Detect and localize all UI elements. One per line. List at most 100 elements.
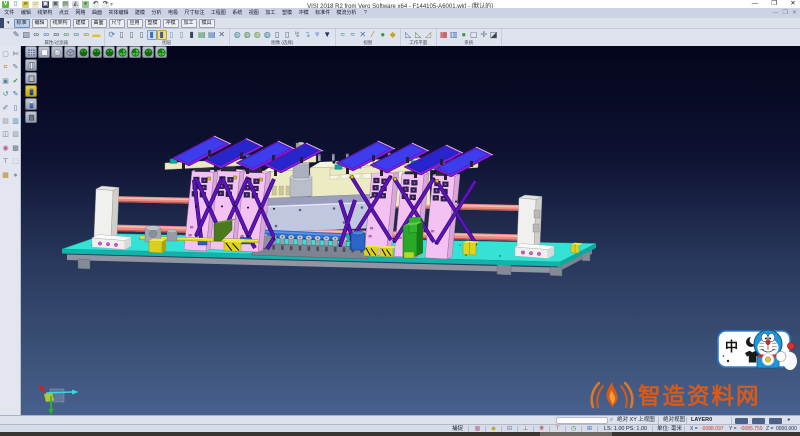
sys-colors-icon[interactable]: ▦: [439, 30, 449, 40]
undo-icon[interactable]: ↶: [92, 1, 99, 8]
select-world4-icon[interactable]: ◍: [263, 30, 273, 40]
sb-draw-icon[interactable]: ✐: [1, 104, 10, 113]
layer-current-icon[interactable]: ▮: [157, 30, 167, 40]
attr-pencil-icon[interactable]: ✎: [12, 30, 22, 40]
layer-page1-icon[interactable]: ▯: [117, 30, 127, 40]
maximize-button[interactable]: ❐: [769, 0, 779, 8]
world-icon[interactable]: ●: [82, 1, 89, 8]
select-arrow2-icon[interactable]: ↴: [303, 30, 313, 40]
view-info-icon[interactable]: ●: [378, 30, 388, 40]
sb-edit-icon[interactable]: ✎: [11, 90, 20, 99]
filter-eye-teal-icon[interactable]: ∞: [72, 30, 82, 40]
toolbar-tab[interactable]: 标准: [14, 19, 30, 28]
menu-item[interactable]: 冲模: [298, 8, 309, 18]
menu-item[interactable]: 电极: [168, 8, 179, 18]
layer-page3-icon[interactable]: ▯: [137, 30, 147, 40]
toolbar-tab[interactable]: 编辑: [32, 19, 48, 28]
toolbar-tab[interactable]: 尺寸: [109, 19, 125, 28]
copy-icon[interactable]: ▤: [62, 1, 69, 8]
attr-image-icon[interactable]: ▧: [22, 30, 32, 40]
filter-eye-dark-icon[interactable]: ∞: [52, 30, 62, 40]
command-input[interactable]: [556, 417, 608, 424]
layer-page2-icon[interactable]: ▯: [127, 30, 137, 40]
sb-grey-icon[interactable]: ▩: [11, 144, 20, 153]
select-funnel-icon[interactable]: ▼: [323, 30, 333, 40]
view-wave1-icon[interactable]: ≈: [338, 30, 348, 40]
cad-model-3d[interactable]: [21, 46, 800, 415]
menu-item[interactable]: 曲面: [92, 8, 103, 18]
layer-stack-blue-icon[interactable]: ▤: [207, 30, 217, 40]
wplane-2-icon[interactable]: ◺: [414, 30, 424, 40]
sb-pencil-icon[interactable]: ✎: [11, 63, 20, 72]
toolbar-tab[interactable]: 线架构: [50, 19, 71, 28]
sb-pink-icon[interactable]: ◉: [1, 144, 10, 153]
prompt-button-3[interactable]: [769, 418, 782, 424]
prompt-button-1[interactable]: [735, 418, 748, 424]
prompt-button-2[interactable]: [752, 418, 765, 424]
view-bucket-icon[interactable]: ◆: [388, 30, 398, 40]
ime-toolbar-doraemon[interactable]: 中: [715, 325, 800, 373]
open-folder-icon[interactable]: ▰: [22, 1, 29, 8]
layer-blue-icon[interactable]: ▮: [147, 30, 157, 40]
menu-item[interactable]: 建模: [135, 8, 146, 18]
redo-icon[interactable]: ↷: [102, 1, 109, 8]
tab-dropdown-icon[interactable]: ▾: [7, 20, 10, 26]
select-page1-icon[interactable]: ▯: [273, 30, 283, 40]
select-world3-icon[interactable]: ◍: [253, 30, 263, 40]
layer-delete-icon[interactable]: ✕: [217, 30, 227, 40]
mdi-minimize-icon[interactable]: —: [773, 8, 779, 18]
sb-box-icon[interactable]: ▣: [1, 77, 10, 86]
minimize-button[interactable]: —: [750, 0, 760, 8]
sb-dim-icon[interactable]: ◫: [1, 130, 10, 139]
filter-eye-green-icon[interactable]: ∞: [62, 30, 72, 40]
sb-tee-icon[interactable]: ⊤: [1, 157, 10, 166]
save-icon[interactable]: ▣: [42, 1, 49, 8]
menu-item[interactable]: 视图: [249, 8, 260, 18]
sb-dash-icon[interactable]: ⬚: [11, 157, 20, 166]
menu-item[interactable]: 尺寸标注: [184, 8, 204, 18]
filter-eye-blue-icon[interactable]: ∞: [42, 30, 52, 40]
menu-item[interactable]: 加工: [265, 8, 276, 18]
filter-eyes-icon[interactable]: ∞: [32, 30, 42, 40]
toolbar-tab[interactable]: 模具: [199, 19, 215, 28]
layer-refresh-icon[interactable]: ⟳: [107, 30, 117, 40]
sys-dark-icon[interactable]: ◪: [489, 30, 499, 40]
quickbar-more-icon[interactable]: ▾: [110, 1, 113, 8]
close-button[interactable]: ✕: [788, 0, 798, 8]
view-pencil-icon[interactable]: ⁄: [368, 30, 378, 40]
view-arrows-icon[interactable]: ✕: [358, 30, 368, 40]
print-icon[interactable]: ◭: [72, 1, 79, 8]
layer-stack-green-icon[interactable]: ▤: [197, 30, 207, 40]
select-world2-icon[interactable]: ◍: [243, 30, 253, 40]
tab-grip-icon[interactable]: [0, 18, 4, 28]
toolbar-tab[interactable]: 冲模: [163, 19, 179, 28]
menu-item[interactable]: 系统: [232, 8, 243, 18]
layer-white-icon[interactable]: ▯: [177, 30, 187, 40]
toolbar-tab[interactable]: 曲面: [91, 19, 107, 28]
sb-sheet-icon[interactable]: ▥: [11, 117, 20, 126]
select-world1-icon[interactable]: ◍: [233, 30, 243, 40]
sys-window-icon[interactable]: ▢: [469, 30, 479, 40]
sb-page-icon[interactable]: ▯: [11, 104, 20, 113]
import-file-icon[interactable]: ▱: [32, 1, 39, 8]
sb-select-icon[interactable]: ▢: [1, 50, 10, 59]
toolbar-tab[interactable]: 塑模: [145, 19, 161, 28]
visi-logo-icon[interactable]: V: [2, 1, 9, 8]
menu-item[interactable]: 网格: [75, 8, 86, 18]
mdi-restore-icon[interactable]: ❐: [783, 8, 788, 18]
new-file-icon[interactable]: ▯: [12, 1, 19, 8]
menu-item[interactable]: 分析: [151, 8, 162, 18]
toolbar-tab[interactable]: 应用: [127, 19, 143, 28]
sys-globe-icon[interactable]: ●: [459, 30, 469, 40]
menu-item[interactable]: 线架构: [37, 8, 52, 18]
sb-copy-icon[interactable]: ▨: [11, 130, 20, 139]
sys-tools-icon[interactable]: ✛: [479, 30, 489, 40]
wplane-1-icon[interactable]: ◺: [404, 30, 414, 40]
mdi-close-icon[interactable]: ✕: [792, 8, 797, 18]
sb-sphere-icon[interactable]: ●: [11, 171, 20, 180]
menu-item[interactable]: 标准件: [315, 8, 330, 18]
wplane-3-icon[interactable]: ◿: [424, 30, 434, 40]
filter-line-yellow-icon[interactable]: ▬: [92, 30, 102, 40]
sb-stack-icon[interactable]: ▦: [1, 171, 10, 180]
sb-snap-icon[interactable]: ⌗: [1, 63, 10, 72]
